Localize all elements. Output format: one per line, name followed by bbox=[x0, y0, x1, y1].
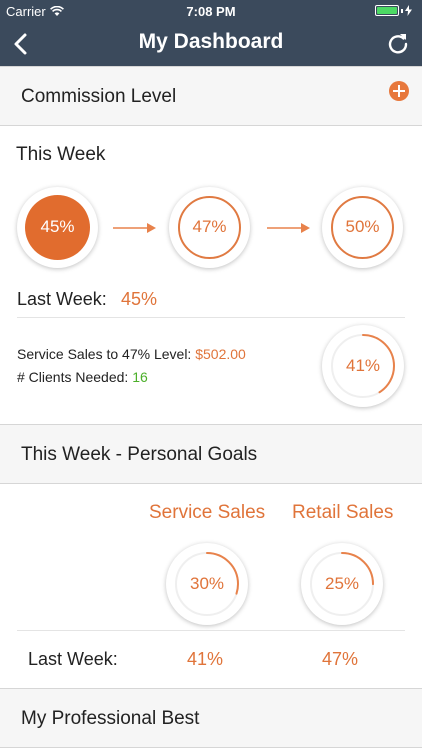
retail-sales-last-week-value: 47% bbox=[322, 649, 359, 669]
service-sales-column-header: Service Sales bbox=[149, 502, 266, 523]
service-sales-to-level-row: Service Sales to 47% Level: $502.00 bbox=[17, 346, 246, 362]
commission-level-header: Commission Level bbox=[0, 66, 422, 126]
commission-progress-circle: 41% bbox=[322, 325, 404, 407]
level-circle-current: 45% bbox=[17, 187, 98, 268]
divider bbox=[17, 630, 405, 631]
level-current-value: 45% bbox=[40, 217, 75, 236]
retail-sales-goal-value: 25% bbox=[324, 574, 360, 593]
level-circle-top: 50% bbox=[322, 187, 403, 268]
retail-sales-goal-circle: 25% bbox=[301, 543, 383, 625]
divider bbox=[17, 317, 405, 318]
professional-best-header[interactable]: My Professional Best bbox=[0, 688, 422, 748]
battery-icon bbox=[375, 5, 412, 16]
last-week-value: 45% bbox=[121, 289, 158, 309]
status-time: 7:08 PM bbox=[186, 4, 236, 19]
clients-needed-label: # Clients Needed: bbox=[17, 369, 129, 385]
last-week-label: Last Week: bbox=[17, 289, 107, 309]
personal-goals-header: This Week - Personal Goals bbox=[0, 424, 422, 484]
clients-needed-value: 16 bbox=[132, 369, 148, 385]
this-week-label: This Week bbox=[16, 144, 106, 165]
service-sales-to-level-value: $502.00 bbox=[195, 346, 246, 362]
service-sales-goal-value: 30% bbox=[189, 574, 225, 593]
service-sales-last-week-value: 41% bbox=[187, 649, 224, 669]
commission-progress-value: 41% bbox=[345, 356, 381, 375]
professional-best-title: My Professional Best bbox=[21, 708, 200, 729]
charging-icon bbox=[405, 5, 412, 16]
service-sales-goal-circle: 30% bbox=[166, 543, 248, 625]
page-title: My Dashboard bbox=[138, 30, 284, 53]
clients-needed-row: # Clients Needed: 16 bbox=[17, 369, 148, 385]
level-top-value: 50% bbox=[345, 217, 380, 236]
arrow-right-icon bbox=[267, 223, 310, 233]
goals-last-week-label: Last Week: bbox=[28, 649, 118, 669]
arrow-right-icon bbox=[113, 223, 156, 233]
refresh-icon[interactable] bbox=[384, 30, 412, 58]
commission-level-title: Commission Level bbox=[21, 86, 177, 107]
nav-bar: My Dashboard bbox=[0, 22, 422, 66]
level-next-value: 47% bbox=[192, 217, 227, 236]
level-circle-next: 47% bbox=[169, 187, 250, 268]
retail-sales-column-header: Retail Sales bbox=[292, 502, 394, 523]
add-icon[interactable] bbox=[389, 81, 409, 101]
status-bar: Carrier 7:08 PM bbox=[0, 0, 422, 22]
personal-goals-title: This Week - Personal Goals bbox=[21, 444, 258, 465]
service-sales-to-level-label: Service Sales to 47% Level: bbox=[17, 346, 192, 362]
